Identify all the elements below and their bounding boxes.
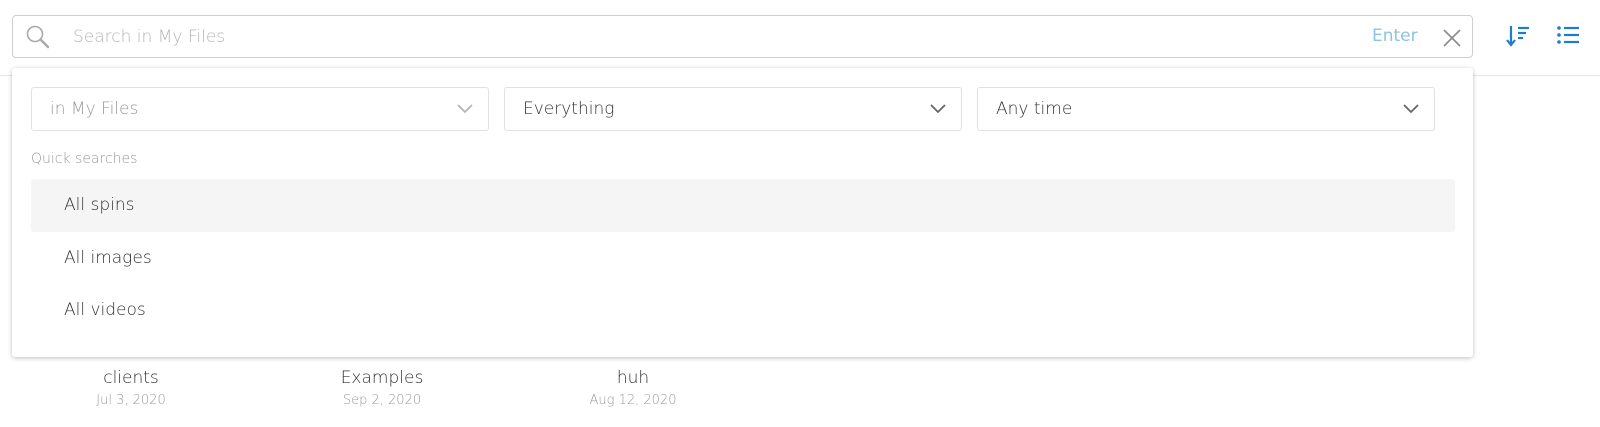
location-select-value: in My Files xyxy=(50,99,139,119)
folder-item[interactable]: Examples Sep 2, 2020 xyxy=(297,368,467,408)
quick-searches-header: Quick searches xyxy=(31,151,138,167)
enter-button[interactable]: Enter xyxy=(1372,26,1418,46)
folder-date: Aug 12, 2020 xyxy=(589,393,677,408)
chevron-down-icon xyxy=(457,104,473,114)
chevron-down-icon xyxy=(1403,104,1419,114)
close-icon[interactable] xyxy=(1441,27,1463,49)
quick-search-all-spins[interactable]: All spins xyxy=(31,179,1455,232)
folder-item[interactable]: clients Jul 3, 2020 xyxy=(46,368,216,408)
folder-date: Sep 2, 2020 xyxy=(342,393,422,408)
search-dropdown-panel: in My Files Everything Any time Quick se… xyxy=(12,68,1473,357)
search-icon xyxy=(26,25,50,49)
folder-name: Examples xyxy=(340,368,424,388)
folder-name: huh xyxy=(616,368,650,388)
folder-name: clients xyxy=(103,368,159,388)
type-select[interactable]: Everything xyxy=(504,87,962,131)
type-select-value: Everything xyxy=(523,99,615,119)
quick-search-all-images[interactable]: All images xyxy=(31,232,1455,285)
search-input[interactable] xyxy=(73,22,1273,52)
search-bar[interactable]: Enter xyxy=(12,15,1473,58)
quick-search-all-videos[interactable]: All videos xyxy=(31,284,1455,337)
folder-item[interactable]: huh Aug 12, 2020 xyxy=(548,368,718,408)
list-view-icon[interactable] xyxy=(1555,23,1581,49)
time-select[interactable]: Any time xyxy=(977,87,1435,131)
folder-date: Jul 3, 2020 xyxy=(96,393,166,408)
location-select[interactable]: in My Files xyxy=(31,87,489,131)
sort-descending-icon[interactable] xyxy=(1505,23,1531,49)
time-select-value: Any time xyxy=(996,99,1073,119)
chevron-down-icon xyxy=(930,104,946,114)
